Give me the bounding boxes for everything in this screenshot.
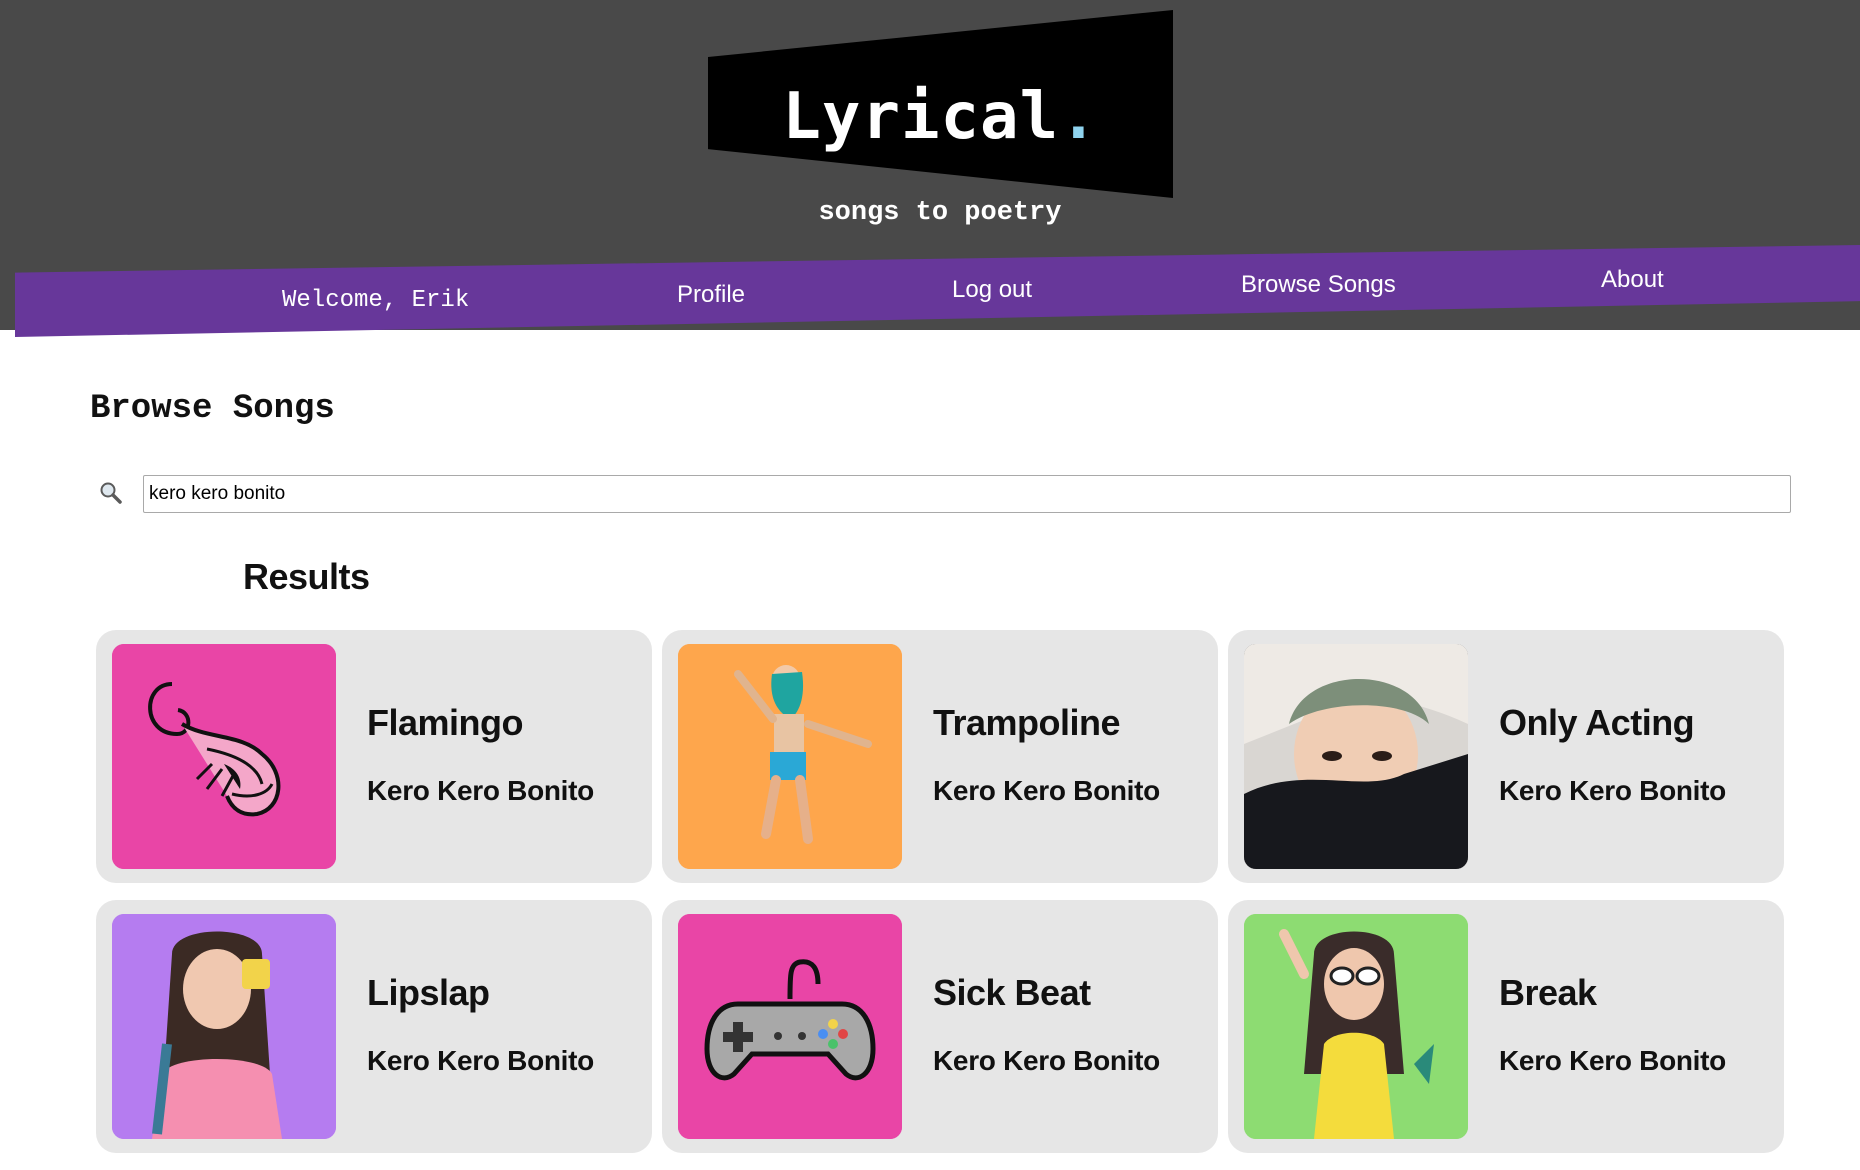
nav-link-logout[interactable]: Log out (952, 276, 1032, 304)
song-card-only-acting[interactable]: Only Acting Kero Kero Bonito (1228, 630, 1784, 883)
song-title: Break (1499, 972, 1597, 1013)
song-artist: Kero Kero Bonito (367, 1045, 594, 1076)
portrait-photo (1244, 644, 1468, 869)
jumping-person-photo (678, 644, 902, 869)
song-title: Trampoline (933, 702, 1121, 743)
portrait-photo (112, 914, 336, 1139)
song-card-trampoline[interactable]: Trampoline Kero Kero Bonito (662, 630, 1218, 883)
shrimp-icon (112, 644, 336, 869)
album-art (678, 644, 902, 869)
album-art (112, 644, 336, 869)
nav-link-about[interactable]: About (1601, 266, 1664, 294)
song-title: Sick Beat (933, 972, 1091, 1013)
results-heading: Results (243, 556, 370, 597)
nav-link-browse-songs[interactable]: Browse Songs (1241, 271, 1396, 299)
song-artist: Kero Kero Bonito (1499, 1045, 1726, 1076)
page-title: Browse Songs (90, 390, 335, 428)
portrait-photo (1244, 914, 1468, 1139)
search-input[interactable] (143, 475, 1791, 513)
album-art (112, 914, 336, 1139)
album-art (1244, 644, 1468, 869)
album-art (1244, 914, 1468, 1139)
song-title: Lipslap (367, 972, 490, 1013)
song-artist: Kero Kero Bonito (367, 775, 594, 806)
song-card-flamingo[interactable]: Flamingo Kero Kero Bonito (96, 630, 652, 883)
nav-welcome-text: Welcome, Erik (282, 287, 470, 314)
song-card-break[interactable]: Break Kero Kero Bonito (1228, 900, 1784, 1153)
song-artist: Kero Kero Bonito (933, 775, 1160, 806)
site-logo[interactable]: Lyrical. (708, 72, 1173, 162)
site-tagline: songs to poetry (818, 198, 1062, 228)
gamepad-icon (678, 914, 902, 1139)
nav-link-profile[interactable]: Profile (677, 281, 745, 309)
search-icon (98, 480, 124, 506)
song-card-sick-beat[interactable]: Sick Beat Kero Kero Bonito (662, 900, 1218, 1153)
song-card-lipslap[interactable]: Lipslap Kero Kero Bonito (96, 900, 652, 1153)
song-title: Only Acting (1499, 702, 1695, 743)
album-art (678, 914, 902, 1139)
logo-wordmark: Lyrical (782, 80, 1060, 154)
song-title: Flamingo (367, 702, 524, 743)
logo-dot: . (1059, 80, 1099, 154)
song-artist: Kero Kero Bonito (933, 1045, 1160, 1076)
song-artist: Kero Kero Bonito (1499, 775, 1726, 806)
